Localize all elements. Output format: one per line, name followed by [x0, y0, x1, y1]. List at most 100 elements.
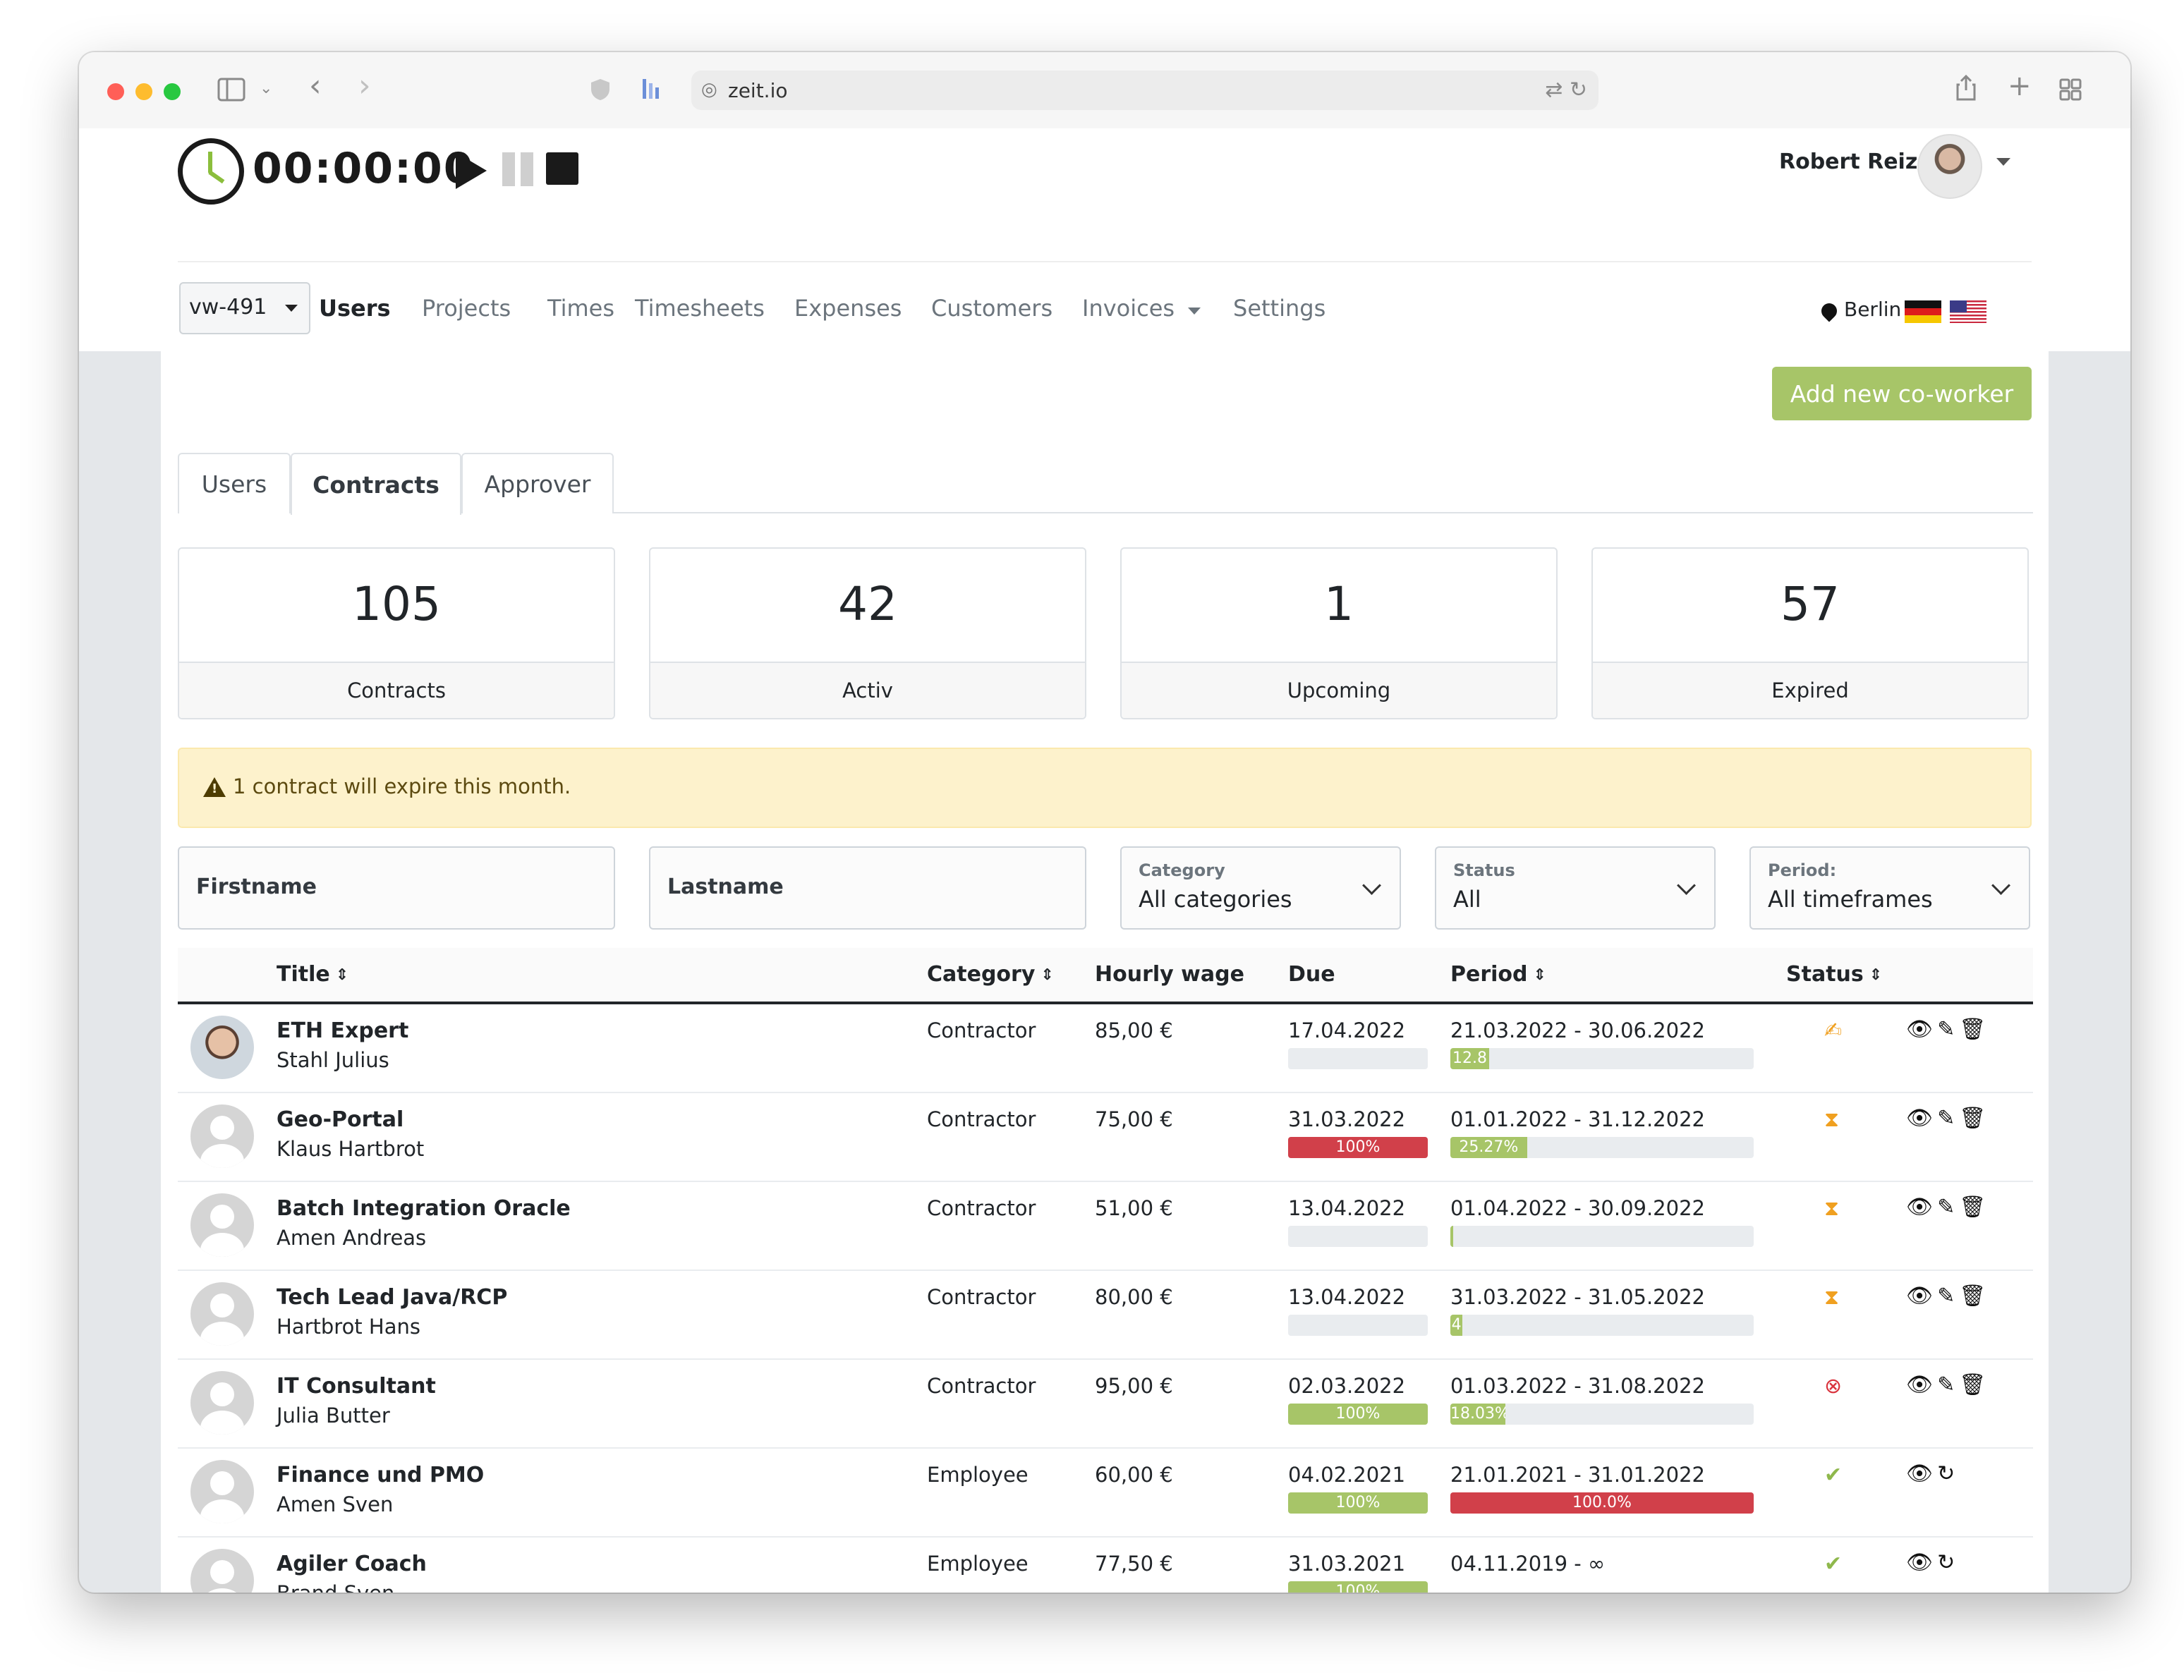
extension-icon[interactable] — [641, 76, 662, 106]
period-value: All timeframes — [1768, 886, 1933, 913]
zoom-window-button[interactable] — [164, 83, 181, 100]
delete-icon[interactable]: 🗑 — [1959, 1195, 1986, 1219]
chevron-down-icon[interactable]: ⌄ — [260, 76, 272, 102]
lastname-filter[interactable]: Lastname — [649, 846, 1086, 930]
due-date: 31.03.2021 — [1288, 1552, 1406, 1576]
sort-icon: ⇕ — [335, 966, 349, 984]
warning-icon — [203, 777, 226, 797]
due-progress: 100% — [1288, 1137, 1428, 1158]
status-select[interactable]: Status All — [1435, 846, 1716, 930]
add-co-worker-button[interactable]: Add new co-worker — [1772, 367, 2032, 420]
stat-value: 42 — [838, 577, 897, 631]
delete-icon[interactable]: 🗑 — [1959, 1106, 1986, 1131]
view-icon[interactable]: 👁 — [1906, 1372, 1933, 1397]
nav-invoices[interactable]: Invoices — [1082, 295, 1175, 322]
nav-times[interactable]: Times — [547, 295, 614, 322]
nav-projects[interactable]: Projects — [422, 295, 511, 322]
period-progress — [1450, 1226, 1754, 1247]
view-icon[interactable]: 👁 — [1906, 1195, 1933, 1219]
clock-icon — [178, 138, 244, 205]
table-row[interactable]: Geo-Portal Klaus Hartbrot Contractor 75,00 … — [178, 1093, 2033, 1182]
category-select[interactable]: Category All categories — [1120, 846, 1401, 930]
contract-person: Hartbrot Hans — [277, 1315, 420, 1339]
url-text: zeit.io — [728, 79, 788, 102]
period-progress-fill — [1450, 1226, 1454, 1247]
nav-customers[interactable]: Customers — [931, 295, 1052, 322]
invoices-caret-icon[interactable] — [1188, 308, 1201, 315]
minimize-window-button[interactable] — [135, 83, 152, 100]
due-date: 13.04.2022 — [1288, 1196, 1406, 1220]
contract-period: 21.01.2021 - 31.01.2022 — [1450, 1463, 1705, 1487]
view-icon[interactable]: 👁 — [1906, 1284, 1933, 1308]
table-row[interactable]: Tech Lead Java/RCP Hartbrot Hans Contracto… — [178, 1271, 2033, 1360]
share-icon[interactable] — [1955, 73, 1977, 106]
tab-overview-icon[interactable] — [2058, 78, 2082, 106]
due-progress — [1288, 1048, 1428, 1069]
stat-active[interactable]: 42 Activ — [649, 547, 1086, 719]
due-date: 17.04.2022 — [1288, 1018, 1406, 1042]
due-progress-fill: 100% — [1288, 1581, 1428, 1593]
delete-icon[interactable]: 🗑 — [1959, 1372, 1986, 1397]
delete-icon[interactable]: 🗑 — [1959, 1284, 1986, 1308]
view-icon[interactable]: 👁 — [1906, 1106, 1933, 1131]
stat-contracts[interactable]: 105 Contracts — [178, 547, 615, 719]
tab-users[interactable]: Users — [178, 453, 291, 513]
table-row[interactable]: Finance und PMO Amen Sven Employee 60,00 € 0… — [178, 1449, 2033, 1538]
nav-users[interactable]: Users — [319, 295, 391, 322]
play-icon[interactable] — [456, 152, 487, 189]
tab-approver[interactable]: Approver — [461, 453, 614, 513]
delete-icon[interactable]: 🗑 — [1959, 1017, 1986, 1042]
edit-icon[interactable]: ✎ — [1937, 1195, 1955, 1219]
table-row[interactable]: Batch Integration Oracle Amen Andreas Cont… — [178, 1182, 2033, 1271]
contract-category: Contractor — [927, 1285, 1036, 1309]
table-row[interactable]: Agiler Coach Brand Sven Employee 77,50 € 31.… — [178, 1538, 2033, 1593]
stat-expired[interactable]: 57 Expired — [1591, 547, 2029, 719]
nav-timesheets[interactable]: Timesheets — [635, 295, 765, 322]
period-progress-fill: 18.03% — [1450, 1404, 1505, 1425]
view-icon[interactable]: 👁 — [1906, 1017, 1933, 1042]
col-status[interactable]: Status ⇕ — [1786, 962, 1882, 987]
stat-upcoming[interactable]: 1 Upcoming — [1120, 547, 1558, 719]
address-bar[interactable]: ◎ zeit.io ⇄ ↻ — [691, 71, 1598, 110]
row-actions: 👁 ✎ 🗑 — [1906, 1284, 1990, 1308]
privacy-shield-icon[interactable] — [590, 78, 611, 106]
table-row[interactable]: ETH Expert Stahl Julius Contractor 85,00 € 1… — [178, 1004, 2033, 1093]
translate-reload-icons[interactable]: ⇄ ↻ — [1545, 78, 1587, 102]
user-menu-caret-icon[interactable] — [1996, 158, 2010, 166]
status-label: Status — [1453, 860, 1515, 880]
close-window-button[interactable] — [107, 83, 124, 100]
flag-us-icon[interactable] — [1950, 300, 1986, 323]
view-icon[interactable]: 👁 — [1906, 1461, 1933, 1486]
edit-icon[interactable]: ✎ — [1937, 1372, 1955, 1397]
stop-icon[interactable] — [546, 152, 578, 185]
avatar[interactable] — [1917, 134, 1982, 199]
col-title[interactable]: Title ⇕ — [277, 962, 348, 987]
due-progress-fill: 100% — [1288, 1137, 1428, 1158]
col-category[interactable]: Category ⇕ — [927, 962, 1054, 987]
nav-expenses[interactable]: Expenses — [794, 295, 902, 322]
period-select[interactable]: Period: All timeframes — [1749, 846, 2030, 930]
pause-icon[interactable] — [502, 152, 536, 186]
location-label[interactable]: Berlin — [1844, 298, 1901, 321]
user-name[interactable]: Robert Reiz — [1779, 150, 1917, 174]
edit-icon[interactable]: ✎ — [1937, 1017, 1955, 1042]
org-select[interactable]: vw-491 — [179, 282, 310, 334]
period-progress-fill: 4 — [1450, 1315, 1463, 1336]
nav-settings[interactable]: Settings — [1233, 295, 1325, 322]
view-icon[interactable]: 👁 — [1906, 1550, 1933, 1575]
table-row[interactable]: IT Consultant Julia Butter Contractor 95,00… — [178, 1360, 2033, 1449]
firstname-filter[interactable]: Firstname — [178, 846, 615, 930]
contract-period: 21.03.2022 - 30.06.2022 — [1450, 1018, 1705, 1042]
edit-icon[interactable]: ✎ — [1937, 1284, 1955, 1308]
col-period[interactable]: Period ⇕ — [1450, 962, 1546, 987]
flag-de-icon[interactable] — [1905, 300, 1941, 323]
forward-icon[interactable]: › — [358, 71, 371, 102]
edit-icon[interactable]: ✎ — [1937, 1106, 1955, 1131]
sidebar-toggle-icon[interactable] — [217, 78, 245, 106]
renew-icon[interactable]: ↻ — [1937, 1461, 1955, 1486]
renew-icon[interactable]: ↻ — [1937, 1550, 1955, 1575]
row-actions: 👁 ✎ 🗑 — [1906, 1195, 1990, 1219]
new-tab-icon[interactable]: + — [2008, 72, 2032, 100]
back-icon[interactable]: ‹ — [309, 71, 322, 102]
tab-contracts[interactable]: Contracts — [291, 453, 461, 515]
